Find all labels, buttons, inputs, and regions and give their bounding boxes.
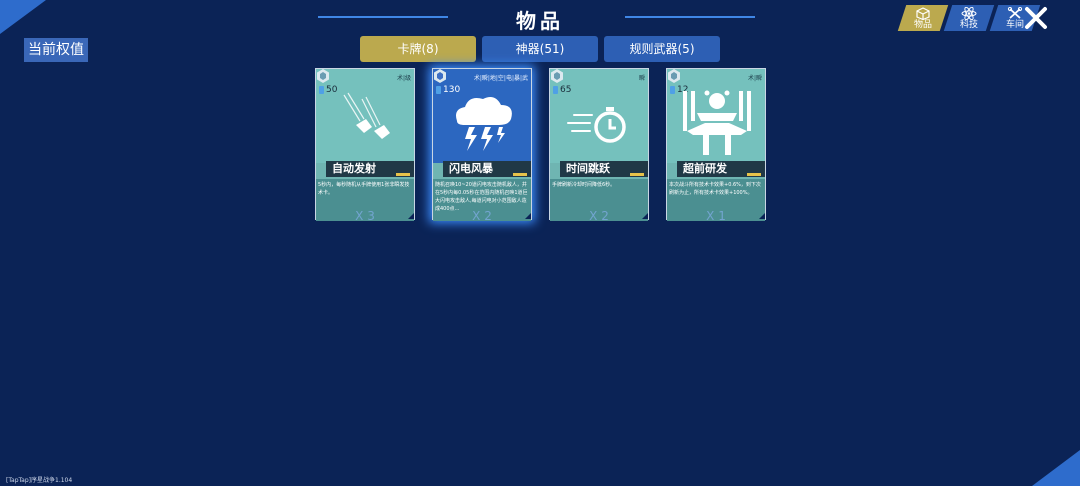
atom-icon [961,6,977,20]
cube-icon [916,6,930,20]
card-stars [630,173,644,176]
card-stars [513,173,527,176]
card-stars [747,173,761,176]
wrench-icon [1007,6,1023,19]
card-count: X 2 [589,209,609,223]
card-tags: 术|瞬|地|空|电|暴|武 [473,75,528,82]
tab-bar: 卡牌(8) 神器(51) 规则武器(5) [360,36,720,62]
card-tags: 瞬 [638,75,645,82]
bullets-icon [343,92,390,139]
card-tags: 术|级 [396,75,411,82]
top-nav: 物品 科技 车间 [897,5,1041,31]
rarity-gem-icon [668,69,680,83]
rarity-gem-icon [317,69,329,83]
lightning-cloud-icon [456,97,512,151]
current-value-button[interactable]: 当前权值 [24,38,88,62]
corner-decoration [1032,450,1080,486]
rarity-gem-icon [434,69,446,83]
nav-tech-button[interactable]: 科技 [943,5,995,31]
card-tags: 术|瞬 [747,75,762,82]
card-lightning-storm[interactable]: 术|瞬|地|空|电|暴|武 130 闪电风暴 随机召唤10~20道闪电攻击随机敌… [432,68,532,223]
card-corner [759,213,765,219]
nav-label: 物品 [913,19,932,30]
stopwatch-icon [567,107,626,143]
card-corner [408,213,414,219]
card-count: X 2 [472,209,492,223]
nav-label: 科技 [959,19,978,30]
close-icon[interactable] [1024,6,1048,30]
card-advanced-research[interactable]: 术|瞬 12 超前研发 本次战斗所有技术卡效果+0.6%，到下次刷新为止，所有技… [666,68,766,223]
tab-cards[interactable]: 卡牌(8) [360,36,476,62]
tab-artifacts[interactable]: 神器(51) [482,36,598,62]
card-corner [642,213,648,219]
card-auto-launch[interactable]: 术|级 50 自动发射 5秒内，每秒随机从手牌使用1张非瞬发技术卡。 X 3 [315,68,415,223]
version-label: [TapTap]序星战争1.104 [6,477,73,484]
energy-icon [553,86,558,94]
energy-icon [670,86,675,94]
rarity-gem-icon [551,69,563,83]
tab-rule-weapons[interactable]: 规则武器(5) [604,36,720,62]
research-icon [683,90,751,155]
card-count: X 1 [706,209,726,223]
nav-items-button[interactable]: 物品 [897,5,949,31]
card-corner [525,213,531,219]
card-count: X 3 [355,209,375,223]
card-time-jump[interactable]: 瞬 65 时间跳跃 手牌刷新冷却时间降低6秒。 X 2 [549,68,649,223]
card-stars [396,173,410,176]
energy-icon [436,86,441,94]
energy-icon [319,86,324,94]
nav-label: 车间 [1005,19,1024,30]
